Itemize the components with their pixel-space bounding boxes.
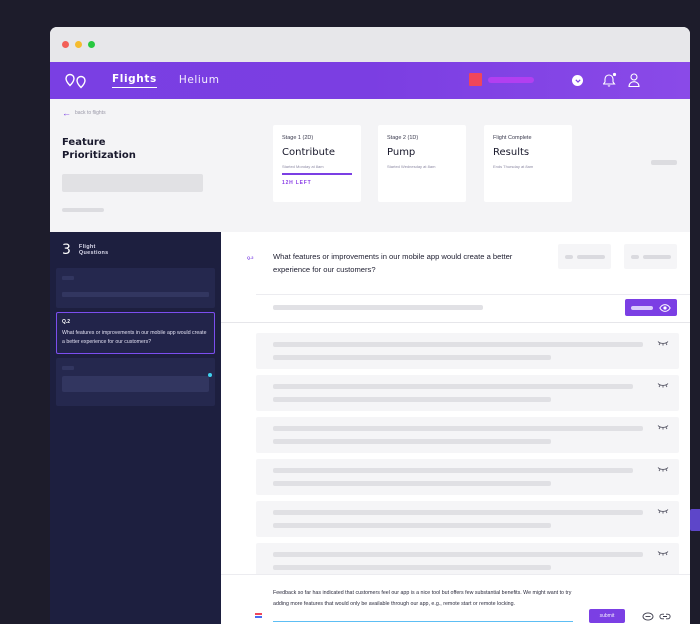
emoji-icon[interactable] bbox=[642, 612, 654, 621]
back-link[interactable]: ← back to flights bbox=[62, 107, 106, 118]
question-action-button[interactable] bbox=[624, 244, 677, 269]
chevron-down-icon[interactable] bbox=[572, 75, 583, 86]
side-drawer-handle[interactable] bbox=[690, 509, 700, 531]
workspace-color-icon bbox=[469, 73, 482, 86]
unread-indicator bbox=[208, 373, 212, 377]
divider bbox=[221, 322, 690, 323]
sidebar-question-item-active[interactable]: Q.2 What features or improvements in our… bbox=[56, 312, 215, 354]
maximize-window-button[interactable] bbox=[88, 41, 95, 48]
app-logo-icon[interactable] bbox=[64, 73, 88, 89]
question-number-placeholder bbox=[62, 366, 74, 370]
feedback-input[interactable]: Feedback so far has indicated that custo… bbox=[273, 588, 573, 610]
stage-subtitle: Started Monday at 8am bbox=[282, 164, 324, 169]
arrow-left-icon: ← bbox=[62, 107, 71, 118]
submit-button[interactable]: submit bbox=[589, 609, 625, 623]
input-focus-underline bbox=[273, 621, 573, 622]
eye-closed-icon[interactable] bbox=[657, 550, 669, 556]
question-text: What features or improvements in our mob… bbox=[273, 252, 513, 274]
tab-flights[interactable]: Flights bbox=[112, 73, 157, 88]
questions-sidebar: 3 Flight Questions Q.2 What features or … bbox=[50, 232, 221, 624]
stage-label: Stage 1 (2D) bbox=[282, 135, 314, 141]
browser-window: Flights Helium ← back to flights Feature… bbox=[50, 27, 690, 624]
stage-card-pump[interactable]: Stage 2 (1D) Pump Started Wednesday at 8… bbox=[378, 125, 466, 202]
question-meta-placeholder bbox=[273, 305, 483, 310]
divider bbox=[256, 294, 690, 295]
eye-icon bbox=[659, 303, 671, 312]
question-count-label: Flight Questions bbox=[78, 244, 109, 256]
response-card[interactable] bbox=[256, 375, 679, 411]
eye-closed-icon[interactable] bbox=[657, 424, 669, 430]
feedback-composer: Feedback so far has indicated that custo… bbox=[221, 574, 690, 624]
stage-label: Flight Complete bbox=[493, 135, 532, 141]
question-count: 3 bbox=[62, 242, 71, 258]
sidebar-question-item[interactable] bbox=[56, 268, 215, 308]
stage-subtitle: Started Wednesday at 8am bbox=[387, 164, 436, 169]
question-number-placeholder bbox=[62, 276, 74, 280]
tab-helium[interactable]: Helium bbox=[179, 74, 220, 88]
composer-format-icon[interactable] bbox=[255, 613, 262, 618]
page-title: Feature Prioritization bbox=[62, 137, 136, 161]
sidebar-question-item[interactable] bbox=[56, 358, 215, 406]
eye-closed-icon[interactable] bbox=[657, 340, 669, 346]
stage-progress-bar bbox=[282, 173, 352, 175]
response-card[interactable] bbox=[256, 333, 679, 369]
stage-time-left: 12H LEFT bbox=[282, 179, 312, 186]
bell-icon[interactable] bbox=[602, 72, 617, 93]
meta-placeholder bbox=[62, 208, 104, 212]
workspace-switcher[interactable] bbox=[469, 73, 534, 86]
question-number: Q.2 bbox=[62, 319, 71, 325]
response-card[interactable] bbox=[256, 417, 679, 453]
eye-closed-icon[interactable] bbox=[657, 508, 669, 514]
link-icon[interactable] bbox=[659, 612, 671, 621]
description-placeholder bbox=[62, 174, 203, 192]
window-titlebar bbox=[50, 27, 690, 62]
question-text: What features or improvements in our mob… bbox=[62, 330, 207, 345]
flight-header: ← back to flights Feature Prioritization… bbox=[50, 99, 690, 232]
back-link-label: back to flights bbox=[75, 110, 106, 116]
workspace-name-placeholder bbox=[488, 76, 534, 83]
sidebar-header: 3 Flight Questions bbox=[56, 238, 215, 268]
eye-closed-icon[interactable] bbox=[657, 466, 669, 472]
response-card[interactable] bbox=[256, 501, 679, 537]
reveal-responses-button[interactable] bbox=[625, 299, 677, 316]
minimize-window-button[interactable] bbox=[75, 41, 82, 48]
stage-subtitle: Ends Thursday at 8am bbox=[493, 164, 534, 169]
response-card[interactable] bbox=[256, 459, 679, 495]
stage-label: Stage 2 (1D) bbox=[387, 135, 419, 141]
header-action-placeholder bbox=[651, 160, 677, 165]
question-action-button[interactable] bbox=[558, 244, 611, 269]
question-number: Q.2 bbox=[247, 255, 254, 260]
question-text-placeholder bbox=[62, 376, 209, 392]
stage-name: Results bbox=[493, 147, 530, 158]
stage-card-contribute[interactable]: Stage 1 (2D) Contribute Started Monday a… bbox=[273, 125, 361, 202]
stage-name: Pump bbox=[387, 147, 416, 158]
user-icon[interactable] bbox=[628, 73, 640, 92]
app-header: Flights Helium bbox=[50, 62, 690, 99]
eye-closed-icon[interactable] bbox=[657, 382, 669, 388]
stage-card-results[interactable]: Flight Complete Results Ends Thursday at… bbox=[484, 125, 572, 202]
close-window-button[interactable] bbox=[62, 41, 69, 48]
question-panel: Q.2 What features or improvements in our… bbox=[221, 232, 690, 624]
question-text-placeholder bbox=[62, 292, 209, 297]
stage-name: Contribute bbox=[282, 147, 336, 158]
